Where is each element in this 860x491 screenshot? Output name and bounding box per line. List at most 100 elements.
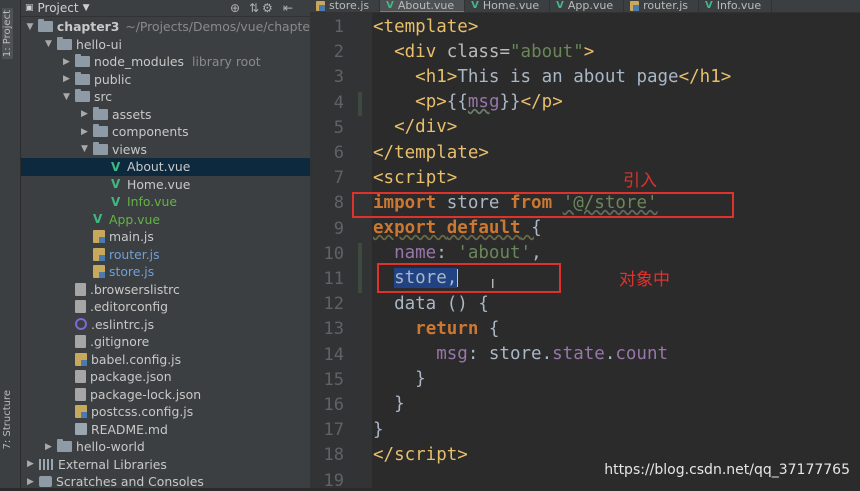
chevron-right-icon[interactable]: ▶ xyxy=(61,57,72,67)
folder-icon xyxy=(93,106,108,120)
chevron-right-icon[interactable]: ▶ xyxy=(79,109,90,119)
tree-item[interactable]: ▶ public xyxy=(21,71,310,89)
project-panel-header: ▣ Project ▼ ⊕ ⇅ ⚙ ⇤ xyxy=(21,0,310,17)
tree-item-label: README.md xyxy=(91,421,168,437)
gear-icon[interactable]: ⚙ xyxy=(262,1,273,15)
chevron-right-icon[interactable]: ▶ xyxy=(43,442,54,452)
code-line-14: msg: store.state.count xyxy=(436,344,669,364)
tree-item[interactable]: ▶main.js xyxy=(21,228,310,246)
tab-label: Info.vue xyxy=(716,0,762,12)
tree-item-label: package-lock.json xyxy=(90,386,202,402)
tree-item-label: .eslintrc.js xyxy=(91,316,155,332)
watermark: https://blog.csdn.net/qq_37177765 xyxy=(604,462,850,478)
tree-item[interactable]: ▶.browserslistrc xyxy=(21,281,310,299)
chevron-right-icon[interactable]: ▶ xyxy=(61,74,72,84)
chevron-right-icon[interactable]: ▶ xyxy=(25,477,36,487)
tree-item[interactable]: ▼ chapter3 ~/Projects/Demos/vue/chapte xyxy=(21,18,310,36)
tree-item[interactable]: ▶package.json xyxy=(21,368,310,386)
tree-item[interactable]: ▶.editorconfig xyxy=(21,298,310,316)
vue-icon: V xyxy=(111,194,121,209)
tree-item[interactable]: ▶VHome.vue xyxy=(21,176,310,194)
chevron-down-icon[interactable]: ▼ xyxy=(61,92,72,102)
mouse-cursor-icon: I xyxy=(491,277,495,291)
folder-icon xyxy=(37,19,53,33)
tree-item-label: babel.config.js xyxy=(91,351,182,367)
eslint-icon xyxy=(75,318,87,331)
chevron-down-icon[interactable]: ▼ xyxy=(43,39,54,49)
chevron-down-icon[interactable]: ▼ xyxy=(25,22,35,32)
tree-item[interactable]: ▼ src xyxy=(21,88,310,106)
tree-item-label: components xyxy=(112,124,189,140)
tree-item[interactable]: ▶postcss.config.js xyxy=(21,403,310,421)
file-icon xyxy=(75,335,86,349)
tree-item-label: assets xyxy=(112,106,152,122)
chevron-right-icon[interactable]: ▶ xyxy=(25,459,36,469)
tree-item[interactable]: ▶VInfo.vue xyxy=(21,193,310,211)
hide-icon[interactable]: ⇤ xyxy=(283,1,293,15)
js-icon xyxy=(93,230,105,244)
tree-item[interactable]: ▶README.md xyxy=(21,421,310,439)
locate-icon[interactable]: ⊕ xyxy=(230,1,240,15)
tree-item-label: hello-world xyxy=(76,439,145,455)
folder-icon xyxy=(93,141,108,155)
tree-item-hint: library root xyxy=(192,54,261,70)
editor-tab[interactable]: store.js xyxy=(310,0,381,12)
chevron-down-icon[interactable]: ▼ xyxy=(79,144,90,154)
tree-item[interactable]: ▶.gitignore xyxy=(21,333,310,351)
tree-item-label: main.js xyxy=(109,229,154,245)
editor: store.js V About.vue V Home.vue V App.vue route… xyxy=(310,0,860,491)
editor-tab[interactable]: V Info.vue xyxy=(699,0,773,12)
tree-item-label: .gitignore xyxy=(90,334,150,350)
tree-item[interactable]: ▶package-lock.json xyxy=(21,386,310,404)
editor-tab[interactable]: router.js xyxy=(624,0,699,12)
js-icon xyxy=(630,1,640,11)
tree-item[interactable]: ▶VAbout.vue xyxy=(21,158,310,176)
file-icon xyxy=(75,370,86,384)
tree-item-label: External Libraries xyxy=(58,456,167,472)
editor-tab[interactable]: V About.vue xyxy=(380,0,466,12)
collapse-icon[interactable]: ⇅ xyxy=(249,1,259,15)
vue-icon: V xyxy=(471,0,479,11)
editor-tab[interactable]: V App.vue xyxy=(550,0,625,12)
folder-icon xyxy=(75,71,90,85)
vue-icon: V xyxy=(386,0,394,11)
object-highlight-box xyxy=(377,263,561,293)
folder-icon xyxy=(75,89,90,103)
code-line-15: } xyxy=(415,369,426,389)
line-number: 18 xyxy=(323,445,344,466)
tree-item[interactable]: ▶ hello-world xyxy=(21,438,310,456)
chevron-right-icon[interactable]: ▶ xyxy=(79,127,90,137)
tree-item-label: chapter3 xyxy=(56,19,120,35)
chevron-down-icon[interactable]: ▼ xyxy=(83,3,90,13)
tree-item[interactable]: ▶ node_modules library root xyxy=(21,53,310,71)
tree-item[interactable]: ▶.eslintrc.js xyxy=(21,316,310,334)
project-panel-title[interactable]: Project xyxy=(38,1,79,15)
tree-item[interactable]: ▶ Scratches and Consoles xyxy=(21,473,310,488)
tree-item[interactable]: ▶router.js xyxy=(21,246,310,264)
tree-item[interactable]: ▼ views xyxy=(21,141,310,159)
code-line-12: data () { xyxy=(394,294,489,314)
folder-icon xyxy=(75,54,90,68)
tree-item[interactable]: ▼ hello-ui xyxy=(21,36,310,54)
tree-item[interactable]: ▶ External Libraries xyxy=(21,456,310,474)
line-number: 5 xyxy=(333,117,344,138)
tree-item-label: Home.vue xyxy=(127,176,191,192)
code-line-6: </template> xyxy=(373,143,489,163)
tree-item[interactable]: ▶VApp.vue xyxy=(21,211,310,229)
tree-item[interactable]: ▶ assets xyxy=(21,106,310,124)
tree-item[interactable]: ▶ components xyxy=(21,123,310,141)
tree-item-label: views xyxy=(112,141,147,157)
tree-item-label: Scratches and Consoles xyxy=(56,474,204,488)
tree-item-label: About.vue xyxy=(127,159,191,175)
structure-tool-tab[interactable]: 7: Structure xyxy=(2,390,13,449)
vue-icon: V xyxy=(704,0,713,11)
editor-tab-bar: store.js V About.vue V Home.vue V App.vue route… xyxy=(310,0,860,13)
line-number: 1 xyxy=(333,17,344,37)
tree-item[interactable]: ▶babel.config.js xyxy=(21,351,310,369)
project-tool-tab[interactable]: 1: Project xyxy=(2,8,13,60)
editor-tab[interactable]: V Home.vue xyxy=(465,0,551,12)
left-tool-strip: 1: Project 7: Structure xyxy=(0,0,21,488)
tree-item[interactable]: ▶store.js xyxy=(21,263,310,281)
change-marker xyxy=(358,243,362,293)
tab-label: About.vue xyxy=(397,0,455,12)
